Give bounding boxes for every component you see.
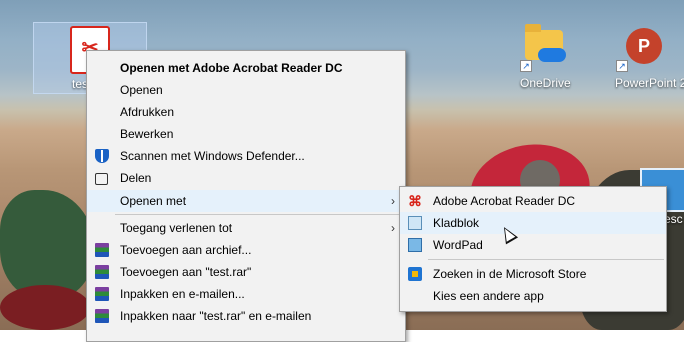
onedrive-label[interactable]: OneDrive <box>520 76 571 90</box>
menu-item-add-archive[interactable]: Toevoegen aan archief... <box>87 239 405 261</box>
winrar-icon <box>95 309 109 323</box>
menu-item-pack-test-rar-email[interactable]: Inpakken naar "test.rar" en e-mailen <box>87 305 405 327</box>
shortcut-arrow-icon: ↗ <box>616 60 628 72</box>
menu-item-label: Delen <box>120 171 152 185</box>
menu-item-label: Openen met Adobe Acrobat Reader DC <box>120 61 343 75</box>
wordpad-icon <box>408 238 422 252</box>
cloud-icon <box>538 48 566 62</box>
winrar-icon <box>95 287 109 301</box>
menu-item-give-access[interactable]: Toegang verlenen tot › <box>87 217 405 239</box>
background-scene <box>0 285 90 330</box>
submenu-item-wordpad[interactable]: WordPad <box>400 234 666 256</box>
defender-icon <box>95 149 109 163</box>
submenu-item-label: Kies een andere app <box>433 289 544 303</box>
submenu-item-label: WordPad <box>433 238 483 252</box>
menu-item-label: Bewerken <box>120 127 174 141</box>
menu-item-label: Toegang verlenen tot <box>120 221 233 235</box>
store-icon <box>408 267 422 281</box>
menu-item-edit[interactable]: Bewerken <box>87 123 405 145</box>
menu-item-label: Toevoegen aan "test.rar" <box>120 265 252 279</box>
menu-separator <box>115 214 403 215</box>
submenu-item-acrobat[interactable]: ⌘ Adobe Acrobat Reader DC <box>400 190 666 212</box>
open-with-submenu: ⌘ Adobe Acrobat Reader DC Kladblok WordP… <box>399 186 667 312</box>
menu-item-label: Afdrukken <box>120 105 175 119</box>
chevron-right-icon: › <box>391 194 395 208</box>
chevron-right-icon: › <box>391 221 395 235</box>
acrobat-icon: ⌘ <box>408 193 422 209</box>
menu-item-scan-defender[interactable]: Scannen met Windows Defender... <box>87 145 405 167</box>
menu-item-label: Inpakken en e-mailen... <box>120 287 245 301</box>
submenu-item-store[interactable]: Zoeken in de Microsoft Store <box>400 263 666 285</box>
shortcut-arrow-icon: ↗ <box>520 60 532 72</box>
menu-item-open-acrobat[interactable]: Openen met Adobe Acrobat Reader DC <box>87 57 405 79</box>
submenu-item-label: Kladblok <box>433 216 480 230</box>
context-menu: Openen met Adobe Acrobat Reader DC Opene… <box>86 50 406 342</box>
submenu-item-label: Adobe Acrobat Reader DC <box>433 194 576 208</box>
winrar-icon <box>95 265 109 279</box>
menu-item-open[interactable]: Openen <box>87 79 405 101</box>
notepad-icon <box>408 216 422 230</box>
menu-item-pack-email[interactable]: Inpakken en e-mailen... <box>87 283 405 305</box>
share-icon <box>95 173 108 185</box>
menu-separator <box>428 259 664 260</box>
background-scene <box>0 190 95 300</box>
submenu-item-notepad[interactable]: Kladblok <box>400 212 666 234</box>
menu-item-label: Scannen met Windows Defender... <box>120 149 305 163</box>
menu-item-label: Openen <box>120 83 163 97</box>
winrar-icon <box>95 243 109 257</box>
submenu-item-label: Zoeken in de Microsoft Store <box>433 267 587 281</box>
menu-item-label: Inpakken naar "test.rar" en e-mailen <box>120 309 312 323</box>
menu-item-print[interactable]: Afdrukken <box>87 101 405 123</box>
menu-item-share[interactable]: Delen <box>87 167 405 189</box>
powerpoint-icon[interactable]: P <box>626 28 662 64</box>
menu-item-open-with[interactable]: Openen met › <box>87 190 405 212</box>
submenu-item-choose-app[interactable]: Kies een andere app <box>400 285 666 307</box>
menu-item-add-test-rar[interactable]: Toevoegen aan "test.rar" <box>87 261 405 283</box>
powerpoint-label[interactable]: PowerPoint 2 <box>615 76 684 90</box>
menu-item-label: Openen met <box>120 194 187 208</box>
menu-item-label: Toevoegen aan archief... <box>120 243 252 257</box>
